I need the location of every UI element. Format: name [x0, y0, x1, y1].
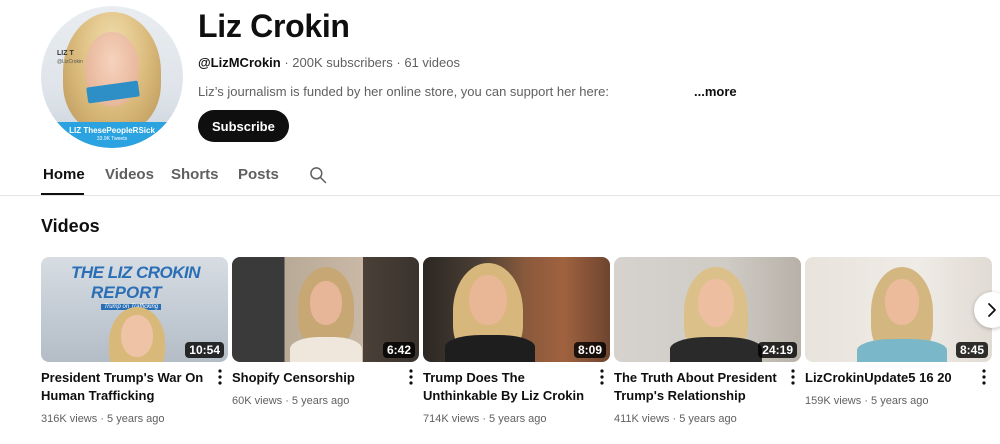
thumbnail-body [445, 335, 535, 362]
video-card[interactable]: 8:45 LizCrokinUpdate5 16 20 159K views ·… [805, 257, 992, 407]
meta-separator: · [392, 55, 405, 70]
thumbnail-body [670, 337, 762, 362]
channel-name: Liz Crokin [198, 8, 350, 44]
video-age: 5 years ago [107, 413, 165, 425]
meta-separator: · [280, 55, 293, 70]
more-link[interactable]: ...more [694, 84, 737, 99]
more-options-icon[interactable] [405, 367, 417, 387]
video-card[interactable]: THE LIZ CROKIN REPORT Trump on Trafficki… [41, 257, 228, 425]
video-age: 5 years ago [291, 395, 350, 407]
video-age: 5 years ago [871, 395, 929, 407]
channel-avatar[interactable]: LIZ T @LizCrokin LIZ ThesePeopleRSick 33… [41, 6, 183, 148]
video-thumbnail[interactable]: 8:09 [423, 257, 610, 362]
thumbnail-body [857, 339, 947, 362]
video-thumbnail[interactable]: THE LIZ CROKIN REPORT Trump on Trafficki… [41, 257, 228, 362]
active-tab-indicator [41, 193, 84, 195]
video-views: 60K views [232, 395, 283, 407]
more-options-icon[interactable] [978, 367, 990, 387]
tab-videos[interactable]: Videos [105, 166, 154, 183]
thumbnail-face [698, 279, 734, 327]
video-views: 411K views [614, 413, 670, 425]
thumbnail-face [469, 275, 507, 325]
video-card[interactable]: 6:42 Shopify Censorship 60K views · 5 ye… [232, 257, 419, 407]
subscribe-button[interactable]: Subscribe [198, 110, 289, 142]
avatar-banner-subtext: 33.9K Tweets [96, 136, 128, 142]
avatar-banner-text: LIZ ThesePeopleRSick [69, 126, 155, 135]
subscriber-count: 200K subscribers [292, 55, 393, 70]
thumbnail-body [290, 337, 362, 362]
more-options-icon[interactable] [787, 367, 799, 387]
video-thumbnail[interactable]: 6:42 [232, 257, 419, 362]
channel-description[interactable]: Liz’s journalism is funded by her online… [198, 84, 609, 99]
video-duration: 8:45 [955, 342, 988, 358]
chevron-right-icon [988, 303, 996, 317]
video-views: 316K views [41, 413, 98, 425]
channel-meta: @LizMCrokin · 200K subscribers · 61 vide… [198, 55, 460, 70]
tab-posts[interactable]: Posts [238, 166, 279, 183]
video-meta: 714K views · 5 years ago [423, 413, 547, 425]
video-views: 714K views [423, 413, 480, 425]
video-meta: 316K views · 5 years ago [41, 413, 165, 425]
video-card[interactable]: 24:19 The Truth About President Trump's … [614, 257, 801, 425]
avatar-side-text: LIZ T [57, 50, 74, 57]
channel-handle: @LizMCrokin [198, 55, 281, 70]
video-title[interactable]: Trump Does The Unthinkable By Liz Crokin [423, 369, 588, 405]
video-duration: 8:09 [573, 342, 606, 358]
avatar-banner: LIZ ThesePeopleRSick 33.9K Tweets [41, 122, 183, 148]
thumbnail-text-title: THE LIZ CROKIN [71, 263, 201, 282]
video-duration: 24:19 [758, 342, 797, 358]
video-title[interactable]: LizCrokinUpdate5 16 20 [805, 369, 970, 387]
section-title: Videos [41, 216, 100, 236]
video-card[interactable]: 8:09 Trump Does The Unthinkable By Liz C… [423, 257, 610, 425]
video-title[interactable]: Shopify Censorship [232, 369, 397, 387]
thumbnail-face [310, 281, 342, 325]
video-thumbnail[interactable]: 8:45 [805, 257, 992, 362]
tab-shorts[interactable]: Shorts [171, 166, 219, 183]
tab-home[interactable]: Home [43, 166, 85, 183]
thumbnail-face [121, 315, 153, 357]
more-options-icon[interactable] [214, 367, 226, 387]
avatar-side-subtext: @LizCrokin [57, 59, 83, 65]
video-duration: 6:42 [382, 342, 415, 358]
video-age: 5 years ago [489, 413, 547, 425]
video-duration: 10:54 [185, 342, 224, 358]
thumbnail-text-report: REPORT [91, 283, 162, 302]
video-title[interactable]: President Trump's War On Human Trafficki… [41, 369, 206, 405]
video-views: 159K views [805, 395, 862, 407]
video-meta: 159K views · 5 years ago [805, 395, 929, 407]
video-title[interactable]: The Truth About President Trump's Relati… [614, 369, 779, 405]
channel-tabs: Home Videos Shorts Posts [0, 156, 1000, 196]
thumbnail-face [885, 279, 919, 325]
more-options-icon[interactable] [596, 367, 608, 387]
video-age: 5 years ago [679, 413, 737, 425]
search-icon[interactable] [308, 165, 328, 185]
video-meta: 411K views · 5 years ago [614, 413, 737, 425]
video-thumbnail[interactable]: 24:19 [614, 257, 801, 362]
video-count: 61 videos [404, 55, 460, 70]
video-meta: 60K views · 5 years ago [232, 395, 350, 407]
